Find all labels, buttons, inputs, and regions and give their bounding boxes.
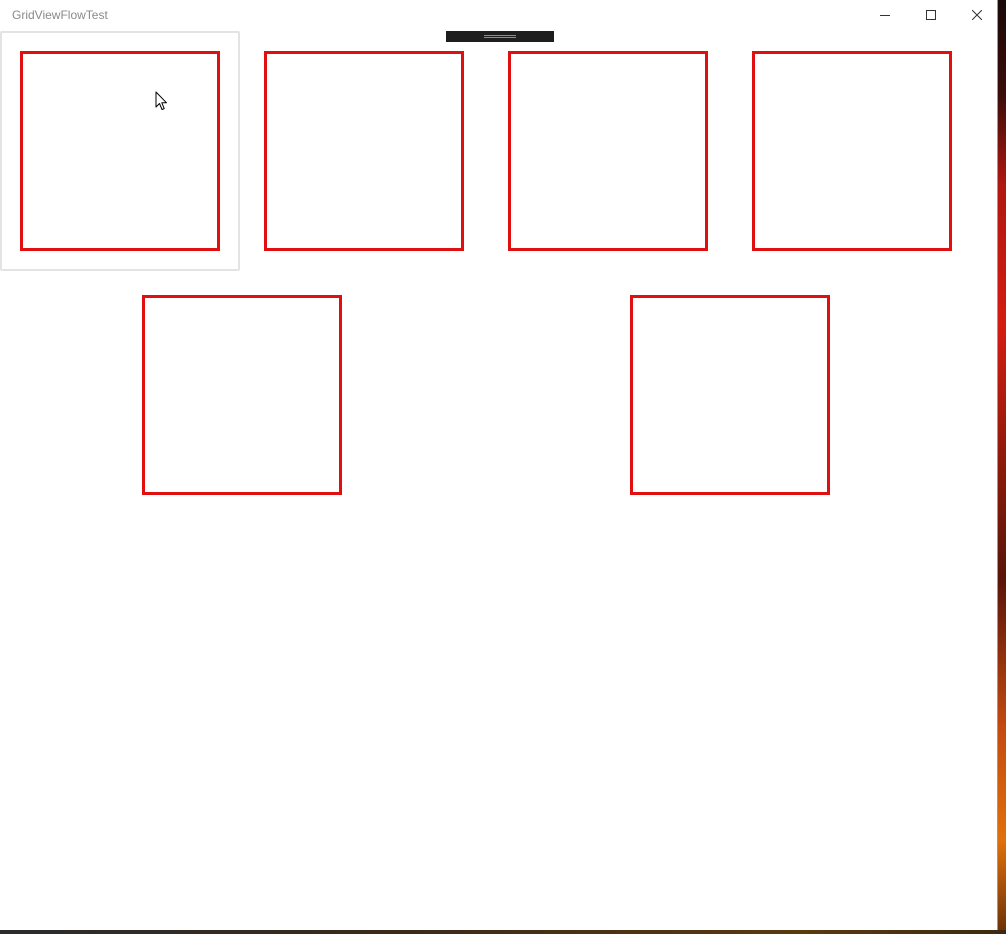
app-title: GridViewFlowTest [12,8,108,22]
maximize-icon [926,10,936,20]
drag-handle[interactable] [446,31,554,42]
grid-item-4[interactable] [752,51,952,251]
maximize-button[interactable] [908,0,954,30]
grid-item-6[interactable] [630,295,830,495]
grid-item-2[interactable] [264,51,464,251]
close-icon [972,10,982,20]
mouse-cursor-icon [155,91,167,110]
taskbar-edge [0,930,1006,934]
title-bar[interactable]: GridViewFlowTest [0,0,997,30]
minimize-icon [880,15,890,16]
app-window: GridViewFlowTest [0,0,998,930]
desktop-background [998,0,1006,934]
grid-item-1[interactable] [20,51,220,251]
minimize-button[interactable] [862,0,908,30]
grip-icon [484,35,516,38]
grid-item-3[interactable] [508,51,708,251]
close-button[interactable] [954,0,1000,30]
grid-item-5[interactable] [142,295,342,495]
